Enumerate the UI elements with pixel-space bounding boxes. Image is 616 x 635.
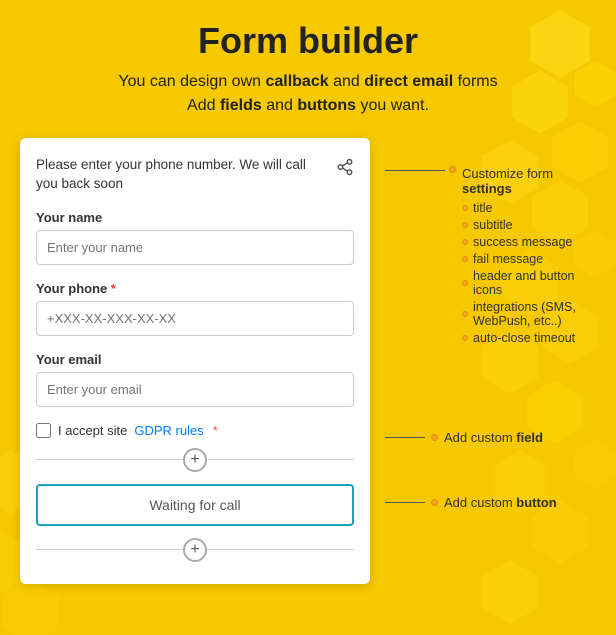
add-field-button-top[interactable]: + <box>183 448 207 472</box>
list-item: subtitle <box>462 218 596 232</box>
custom-button-bold: button <box>516 495 556 510</box>
settings-annotation-bold: settings <box>462 181 512 196</box>
add-field-row-top: + <box>36 448 354 472</box>
page-title: Form builder <box>20 20 596 62</box>
gdpr-required-star: * <box>213 423 218 438</box>
settings-annotation-prefix: Customize form <box>462 166 553 181</box>
settings-sub-list: title subtitle success message fail <box>462 201 596 345</box>
settings-item-4: fail message <box>473 252 543 266</box>
add-field-row-bottom: + <box>36 538 354 562</box>
list-item: header and button icons <box>462 269 596 297</box>
custom-field-bold: field <box>516 430 543 445</box>
settings-annotation: Customize form settings title subtitle <box>385 166 596 348</box>
form-header-text: Please enter your phone number. We will … <box>36 156 328 194</box>
settings-item-1: title <box>473 201 492 215</box>
right-annotations-panel: Customize form settings title subtitle <box>385 138 596 510</box>
email-input[interactable] <box>36 372 354 407</box>
name-field-group: Your name <box>36 210 354 277</box>
form-card: Please enter your phone number. We will … <box>20 138 370 584</box>
add-line-left <box>36 459 183 460</box>
list-item: title <box>462 201 596 215</box>
custom-field-prefix: Add custom <box>444 430 516 445</box>
add-line-bottom-right <box>207 549 354 550</box>
email-field-group: Your email <box>36 352 354 419</box>
plus-icon-bottom: + <box>190 541 199 559</box>
settings-item-2: subtitle <box>473 218 513 232</box>
add-line-bottom-left <box>36 549 183 550</box>
gdpr-row: I accept site GDPR rules * <box>36 423 354 438</box>
gdpr-checkbox[interactable] <box>36 423 51 438</box>
custom-field-annotation: Add custom field <box>385 430 596 445</box>
custom-button-annotation: Add custom button <box>385 495 596 510</box>
form-header: Please enter your phone number. We will … <box>36 156 354 194</box>
phone-label: Your phone * <box>36 281 354 296</box>
name-input[interactable] <box>36 230 354 265</box>
settings-item-6: integrations (SMS, WebPush, etc..) <box>473 300 596 328</box>
custom-button-prefix: Add custom <box>444 495 516 510</box>
phone-input[interactable] <box>36 301 354 336</box>
phone-required-star: * <box>111 281 116 296</box>
name-label: Your name <box>36 210 354 225</box>
phone-field-group: Your phone * <box>36 281 354 348</box>
plus-icon-top: + <box>190 451 199 469</box>
list-item: integrations (SMS, WebPush, etc..) <box>462 300 596 328</box>
list-item: fail message <box>462 252 596 266</box>
list-item: auto-close timeout <box>462 331 596 345</box>
gdpr-text: I accept site <box>58 423 127 438</box>
settings-item-3: success message <box>473 235 572 249</box>
add-field-button-bottom[interactable]: + <box>183 538 207 562</box>
gdpr-link[interactable]: GDPR rules <box>134 423 203 438</box>
list-item: success message <box>462 235 596 249</box>
settings-item-5: header and button icons <box>473 269 596 297</box>
add-line-right <box>207 459 354 460</box>
submit-button[interactable]: Waiting for call <box>36 484 354 526</box>
email-label: Your email <box>36 352 354 367</box>
settings-icon[interactable] <box>336 158 354 181</box>
settings-item-7: auto-close timeout <box>473 331 575 345</box>
page-subtitle: You can design own callback and direct e… <box>20 70 596 118</box>
